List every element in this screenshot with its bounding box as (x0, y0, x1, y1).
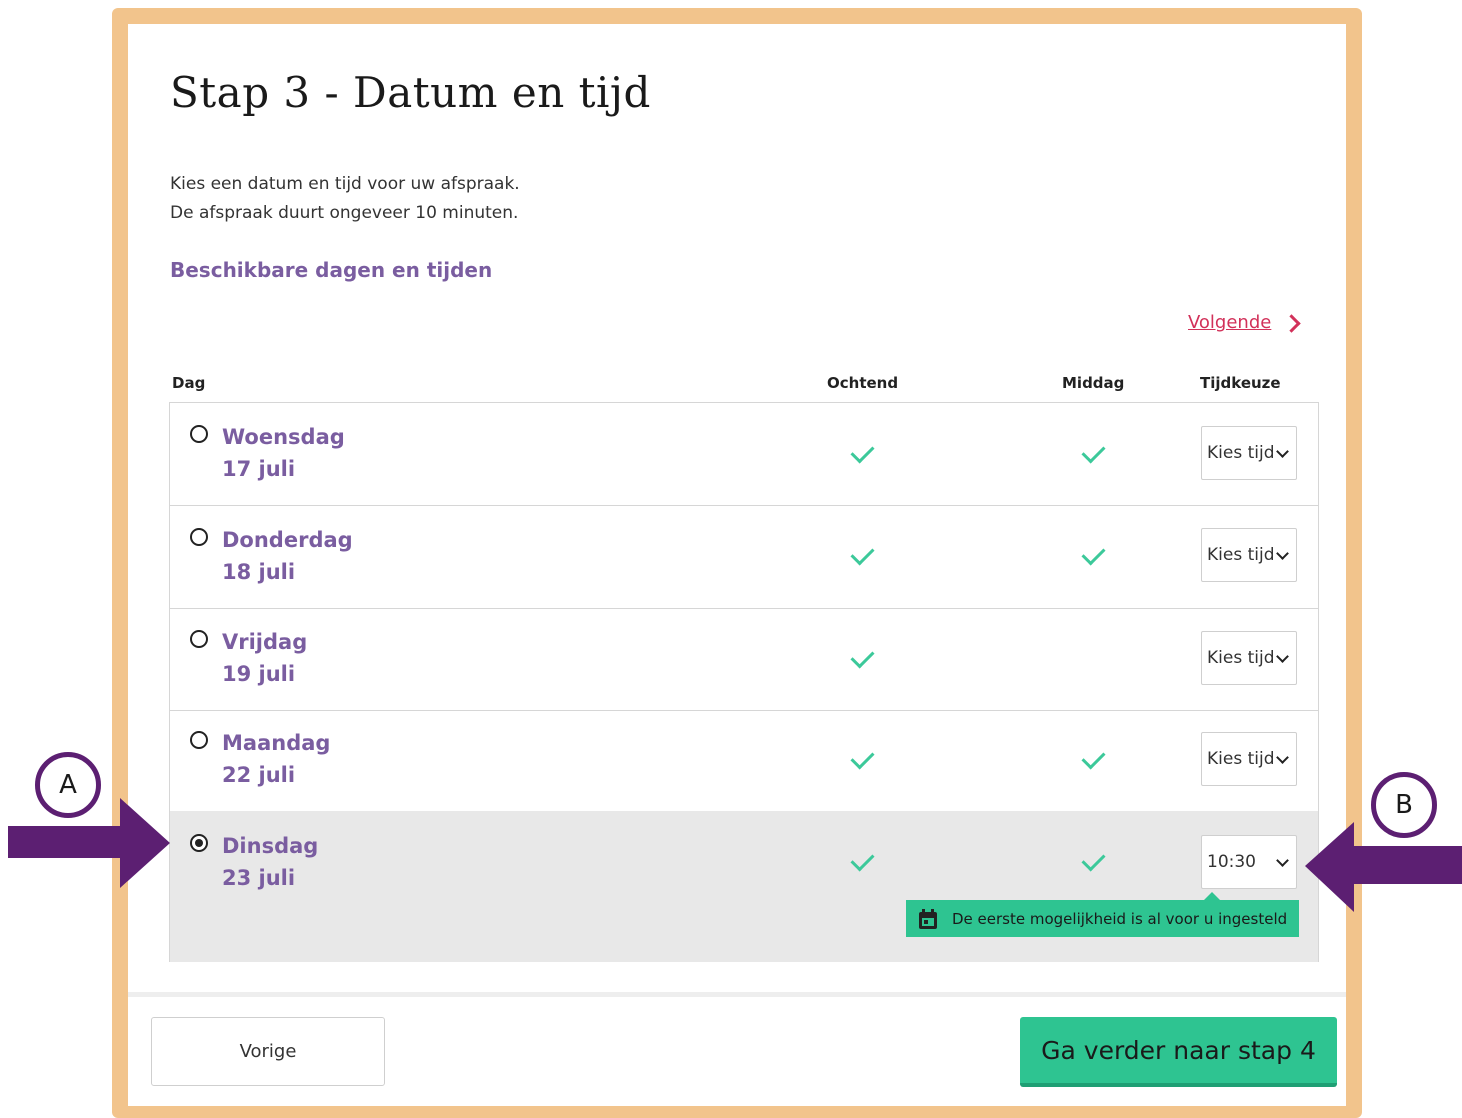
continue-step4-button[interactable]: Ga verder naar stap 4 (1020, 1017, 1337, 1087)
next-week-link-label: Volgende (1188, 312, 1272, 333)
time-select-value: 10:30 (1207, 852, 1256, 872)
availability-table: Woensdag 17 juli Kies tijd Donderdag 18 … (169, 402, 1319, 962)
footer-divider (128, 992, 1346, 997)
chevron-down-icon (1276, 547, 1289, 560)
morning-check-icon (850, 644, 875, 669)
previous-button[interactable]: Vorige (151, 1017, 385, 1086)
table-row[interactable]: Maandag 22 juli Kies tijd (170, 710, 1318, 812)
tooltip-text: De eerste mogelijkheid is al voor u inge… (952, 909, 1288, 928)
intro-line-2: De afspraak duurt ongeveer 10 minuten. (170, 203, 519, 223)
first-slot-tooltip: De eerste mogelijkheid is al voor u inge… (906, 892, 1299, 937)
callout-b: B (1371, 772, 1437, 838)
time-select-value: Kies tijd (1207, 443, 1275, 463)
time-select-value: Kies tijd (1207, 545, 1275, 565)
morning-check-icon (850, 847, 875, 872)
time-select[interactable]: Kies tijd (1201, 732, 1297, 786)
day-radio[interactable] (190, 731, 208, 749)
date-text: 17 juli (222, 457, 296, 481)
table-row[interactable]: Woensdag 17 juli Kies tijd (170, 403, 1318, 506)
table-row[interactable]: Donderdag 18 juli Kies tijd (170, 505, 1318, 609)
column-header-time-choice: Tijdkeuze (1200, 374, 1281, 392)
day-label: Woensdag 17 juli (222, 421, 345, 485)
column-header-afternoon: Middag (1062, 374, 1125, 392)
calendar-icon (918, 908, 938, 929)
day-radio[interactable] (190, 528, 208, 546)
available-slots-heading: Beschikbare dagen en tijden (170, 258, 493, 282)
column-header-day: Dag (172, 374, 206, 392)
next-week-link[interactable]: Volgende (1188, 312, 1302, 333)
page-title: Stap 3 - Datum en tijd (170, 68, 651, 117)
tooltip-arrow (1204, 892, 1220, 900)
intro-text: Kies een datum en tijd voor uw afspraak.… (170, 170, 520, 228)
weekday-text: Vrijdag (222, 630, 308, 654)
morning-check-icon (850, 541, 875, 566)
intro-line-1: Kies een datum en tijd voor uw afspraak. (170, 174, 520, 194)
chevron-down-icon (1276, 751, 1289, 764)
weekday-text: Maandag (222, 731, 331, 755)
day-radio[interactable] (190, 425, 208, 443)
date-text: 18 juli (222, 560, 296, 584)
date-text: 23 juli (222, 866, 296, 890)
time-select[interactable]: 10:30 (1201, 835, 1297, 889)
morning-check-icon (850, 439, 875, 464)
chevron-down-icon (1276, 445, 1289, 458)
day-radio[interactable] (190, 834, 208, 852)
chevron-down-icon (1276, 854, 1289, 867)
afternoon-check-icon (1081, 541, 1106, 566)
date-text: 22 juli (222, 763, 296, 787)
weekday-text: Donderdag (222, 528, 353, 552)
day-radio[interactable] (190, 630, 208, 648)
time-select[interactable]: Kies tijd (1201, 426, 1297, 480)
day-label: Vrijdag 19 juli (222, 626, 307, 690)
chevron-down-icon (1276, 650, 1289, 663)
day-label: Maandag 22 juli (222, 727, 330, 791)
callout-a: A (35, 752, 101, 818)
table-row-selected[interactable]: Dinsdag 23 juli 10:30 (170, 811, 1318, 962)
afternoon-check-icon (1081, 847, 1106, 872)
date-text: 19 juli (222, 662, 296, 686)
table-row[interactable]: Vrijdag 19 juli Kies tijd (170, 608, 1318, 711)
weekday-text: Woensdag (222, 425, 345, 449)
afternoon-check-icon (1081, 745, 1106, 770)
column-header-morning: Ochtend (827, 374, 899, 392)
day-label: Donderdag 18 juli (222, 524, 353, 588)
afternoon-check-icon (1081, 439, 1106, 464)
time-select-value: Kies tijd (1207, 648, 1275, 668)
day-label: Dinsdag 23 juli (222, 830, 318, 894)
time-select-value: Kies tijd (1207, 749, 1275, 769)
weekday-text: Dinsdag (222, 834, 319, 858)
morning-check-icon (850, 745, 875, 770)
time-select[interactable]: Kies tijd (1201, 528, 1297, 582)
chevron-right-icon (1282, 314, 1302, 333)
time-select[interactable]: Kies tijd (1201, 631, 1297, 685)
